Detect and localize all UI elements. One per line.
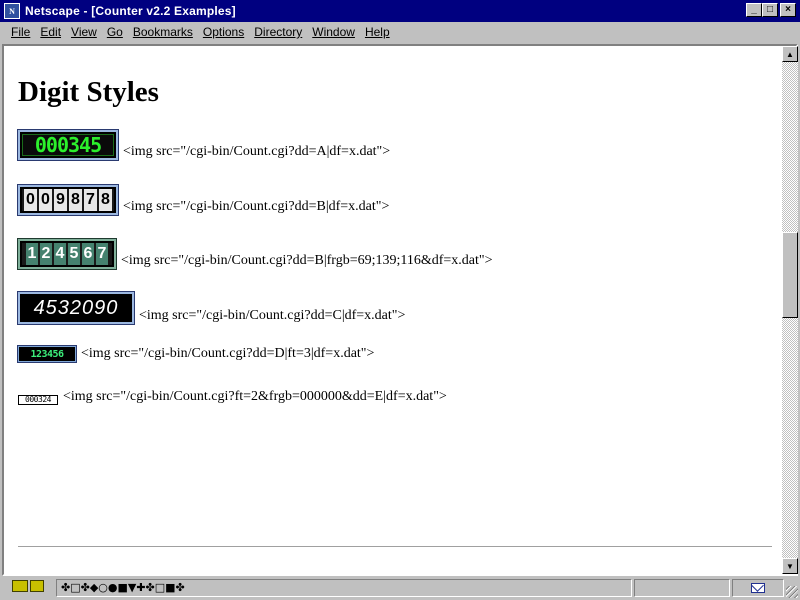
menu-help[interactable]: Help bbox=[360, 25, 395, 39]
arrow-down-icon: ▼ bbox=[786, 561, 794, 571]
counter-digits-a: 000345 bbox=[34, 133, 102, 157]
counter-digit-cell: 7 bbox=[84, 189, 97, 211]
menu-bar: File Edit View Go Bookmarks Options Dire… bbox=[0, 22, 800, 42]
counter-digit-cell: 0 bbox=[24, 189, 37, 211]
scroll-up-button[interactable]: ▲ bbox=[782, 46, 798, 62]
menu-go[interactable]: Go bbox=[102, 25, 128, 39]
window-title: Netscape - [Counter v2.2 Examples] bbox=[25, 4, 236, 18]
counter-digit-cell: 2 bbox=[40, 243, 52, 265]
counter-digits-e: 000324 bbox=[25, 395, 51, 404]
menu-file[interactable]: File bbox=[6, 25, 35, 39]
menu-bookmarks[interactable]: Bookmarks bbox=[128, 25, 198, 39]
menu-bookmarks-label: Bookmarks bbox=[132, 25, 193, 39]
status-message: ✤□✤◆○●■▼✚✤□■✤ bbox=[56, 579, 632, 597]
arrow-up-icon: ▲ bbox=[786, 49, 794, 59]
page-title: Digit Styles bbox=[18, 76, 159, 108]
scroll-thumb[interactable] bbox=[782, 232, 798, 318]
counter-digit-cell: 8 bbox=[69, 189, 82, 211]
menu-view[interactable]: View bbox=[66, 25, 102, 39]
title-bar: N Netscape - [Counter v2.2 Examples] _ □… bbox=[0, 0, 800, 22]
menu-view-label: View bbox=[71, 25, 97, 39]
page-content: Digit Styles 000345 <img src="/cgi-bin/C… bbox=[4, 46, 782, 574]
status-bar: ✤□✤◆○●■▼✚✤□■✤ bbox=[0, 577, 800, 600]
menu-options-label: Options bbox=[202, 25, 245, 39]
counter-image-a: 000345 bbox=[17, 129, 119, 161]
counter-digit-cell: 5 bbox=[68, 243, 80, 265]
code-sample-b: <img src="/cgi-bin/Count.cgi?dd=B|df=x.d… bbox=[123, 199, 390, 214]
close-button[interactable]: × bbox=[780, 3, 796, 17]
code-sample-b-colored: <img src="/cgi-bin/Count.cgi?dd=B|frgb=6… bbox=[121, 253, 493, 268]
example-row-c: 4532090 <img src="/cgi-bin/Count.cgi?dd=… bbox=[17, 291, 406, 325]
counter-image-d: 123456 bbox=[17, 345, 77, 363]
counter-image-b: 009878 bbox=[17, 184, 119, 216]
example-row-b-colored: 124567 <img src="/cgi-bin/Count.cgi?dd=B… bbox=[17, 238, 493, 270]
menu-go-label: Go bbox=[106, 25, 123, 39]
counter-image-c: 4532090 bbox=[17, 291, 135, 325]
menu-options[interactable]: Options bbox=[198, 25, 249, 39]
counter-digits-b-colored: 124567 bbox=[26, 243, 108, 265]
netscape-icon[interactable]: N bbox=[4, 3, 20, 19]
horizontal-rule bbox=[18, 546, 772, 548]
code-sample-c: <img src="/cgi-bin/Count.cgi?dd=C|df=x.d… bbox=[139, 308, 406, 323]
counter-digit-cell: 1 bbox=[26, 243, 38, 265]
scroll-down-button[interactable]: ▼ bbox=[782, 558, 798, 574]
counter-digits-b: 009878 bbox=[24, 189, 112, 211]
example-row-b: 009878 <img src="/cgi-bin/Count.cgi?dd=B… bbox=[17, 184, 390, 216]
counter-digit-cell: 6 bbox=[82, 243, 94, 265]
counter-digit-cell: 9 bbox=[54, 189, 67, 211]
minimize-button[interactable]: _ bbox=[746, 3, 762, 17]
resize-grip-icon[interactable] bbox=[786, 586, 798, 598]
counter-digit-cell: 4 bbox=[54, 243, 66, 265]
vertical-scrollbar[interactable]: ▲ ▼ bbox=[782, 46, 798, 574]
maximize-button[interactable]: □ bbox=[762, 3, 778, 17]
connection-icon bbox=[30, 580, 44, 592]
counter-digits-d: 123456 bbox=[30, 348, 64, 360]
menu-directory[interactable]: Directory bbox=[249, 25, 307, 39]
counter-digit-cell: 0 bbox=[39, 189, 52, 211]
menu-window-label: Window bbox=[312, 25, 355, 39]
counter-image-b-colored: 124567 bbox=[17, 238, 117, 270]
counter-image-e: 000324 bbox=[18, 395, 58, 405]
menu-file-label: File bbox=[11, 25, 31, 39]
mail-status[interactable] bbox=[732, 579, 784, 597]
example-row-a: 000345 <img src="/cgi-bin/Count.cgi?dd=A… bbox=[17, 129, 391, 161]
code-sample-d: <img src="/cgi-bin/Count.cgi?dd=D|ft=3|d… bbox=[81, 346, 375, 361]
code-sample-e: <img src="/cgi-bin/Count.cgi?ft=2&frgb=0… bbox=[63, 389, 447, 404]
counter-digit-cell: 7 bbox=[96, 243, 108, 265]
example-row-e: 000324 <img src="/cgi-bin/Count.cgi?ft=2… bbox=[18, 389, 447, 405]
menu-window[interactable]: Window bbox=[307, 25, 360, 39]
mail-icon bbox=[751, 583, 765, 593]
progress-area bbox=[634, 579, 730, 597]
content-frame: Digit Styles 000345 <img src="/cgi-bin/C… bbox=[2, 44, 798, 576]
key-icon bbox=[12, 580, 28, 592]
menu-help-label: Help bbox=[364, 25, 390, 39]
security-status[interactable] bbox=[12, 580, 46, 594]
example-row-d: 123456 <img src="/cgi-bin/Count.cgi?dd=D… bbox=[17, 345, 375, 363]
menu-edit-label: Edit bbox=[40, 25, 62, 39]
counter-digit-cell: 8 bbox=[99, 189, 112, 211]
menu-edit[interactable]: Edit bbox=[35, 25, 66, 39]
code-sample-a: <img src="/cgi-bin/Count.cgi?dd=A|df=x.d… bbox=[123, 144, 391, 159]
menu-directory-label: Directory bbox=[254, 25, 303, 39]
counter-digits-c: 4532090 bbox=[33, 296, 119, 319]
